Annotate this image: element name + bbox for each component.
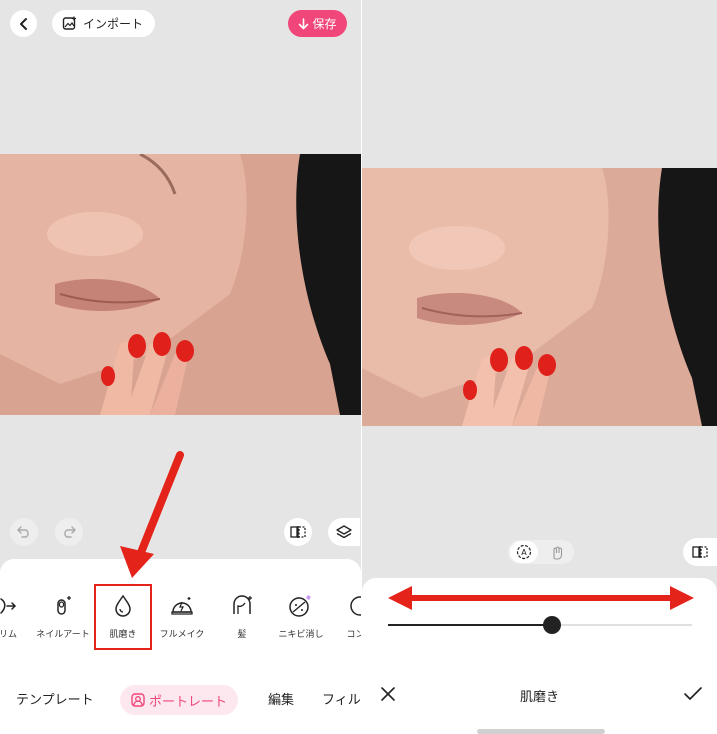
auto-icon: A [516,544,532,560]
portrait-photo [0,154,361,415]
redo-button[interactable] [55,518,83,546]
tab-portrait-label: ポートレート [148,694,227,710]
home-indicator [477,729,605,734]
tab-edit[interactable]: 編集 [268,689,294,708]
tool-full-makeup[interactable]: フルメイク [152,589,212,640]
layers-button[interactable] [328,518,360,546]
concealer-icon [350,596,361,616]
save-button[interactable]: 保存 [288,10,347,37]
highlight-box [94,584,152,650]
intensity-slider[interactable] [388,616,692,634]
tab-template[interactable]: テンプレート [16,689,94,708]
left-screenshot-panel: インポート 保存 リム ネイルアート 肌磨き フルメイク 髪 ニキビ消し コン … [0,0,361,734]
adjust-sheet: 肌磨き [362,578,717,734]
mode-toggle: A [508,540,574,564]
full-makeup-icon [171,597,193,615]
bottom-tabs: テンプレート ポートレート 編集 フィル [0,681,361,721]
checkmark-icon [684,687,702,700]
portrait-photo-smoothed [362,168,717,426]
double-arrow-annotation [388,586,694,610]
undo-button[interactable] [10,518,38,546]
tool-acne-removal[interactable]: ニキビ消し [271,589,331,640]
portrait-icon [131,693,145,707]
redo-icon [64,526,76,538]
confirm-button[interactable] [680,682,706,706]
auto-mode-button[interactable]: A [510,541,538,563]
tools-sheet: リム ネイルアート 肌磨き フルメイク 髪 ニキビ消し コンシ テンプレート [0,559,361,734]
tab-portrait[interactable]: ポートレート [120,685,238,715]
hand-brush-icon [553,546,563,560]
compare-icon [290,526,306,538]
svg-text:A: A [521,548,527,557]
slider-fill [388,624,553,626]
manual-brush-button[interactable] [544,541,570,563]
slim-icon [0,598,17,614]
compare-button[interactable] [284,518,312,546]
undo-icon [17,526,29,538]
chevron-left-icon [19,17,27,30]
download-arrow-icon [299,17,309,29]
import-label: インポート [83,17,144,31]
import-button[interactable]: インポート [52,10,155,37]
compare-icon [692,546,708,558]
tool-concealer[interactable]: コンシ [330,589,361,640]
back-button[interactable] [10,10,37,37]
tool-hair[interactable]: 髪 [212,589,272,640]
tool-nail-art[interactable]: ネイルアート [33,589,93,640]
right-screenshot-panel: A 肌磨き [362,0,717,734]
compare-button-right[interactable] [683,538,717,566]
adjust-title: 肌磨き [519,690,559,705]
tab-filter[interactable]: フィル [322,689,361,708]
annotation-arrow [120,451,184,578]
nail-art-icon [57,596,71,615]
save-label: 保存 [312,17,337,31]
layers-icon [336,525,352,539]
image-add-icon [62,16,76,30]
slider-knob[interactable] [543,616,562,634]
hair-icon [233,595,252,614]
acne-removal-icon [289,595,311,617]
